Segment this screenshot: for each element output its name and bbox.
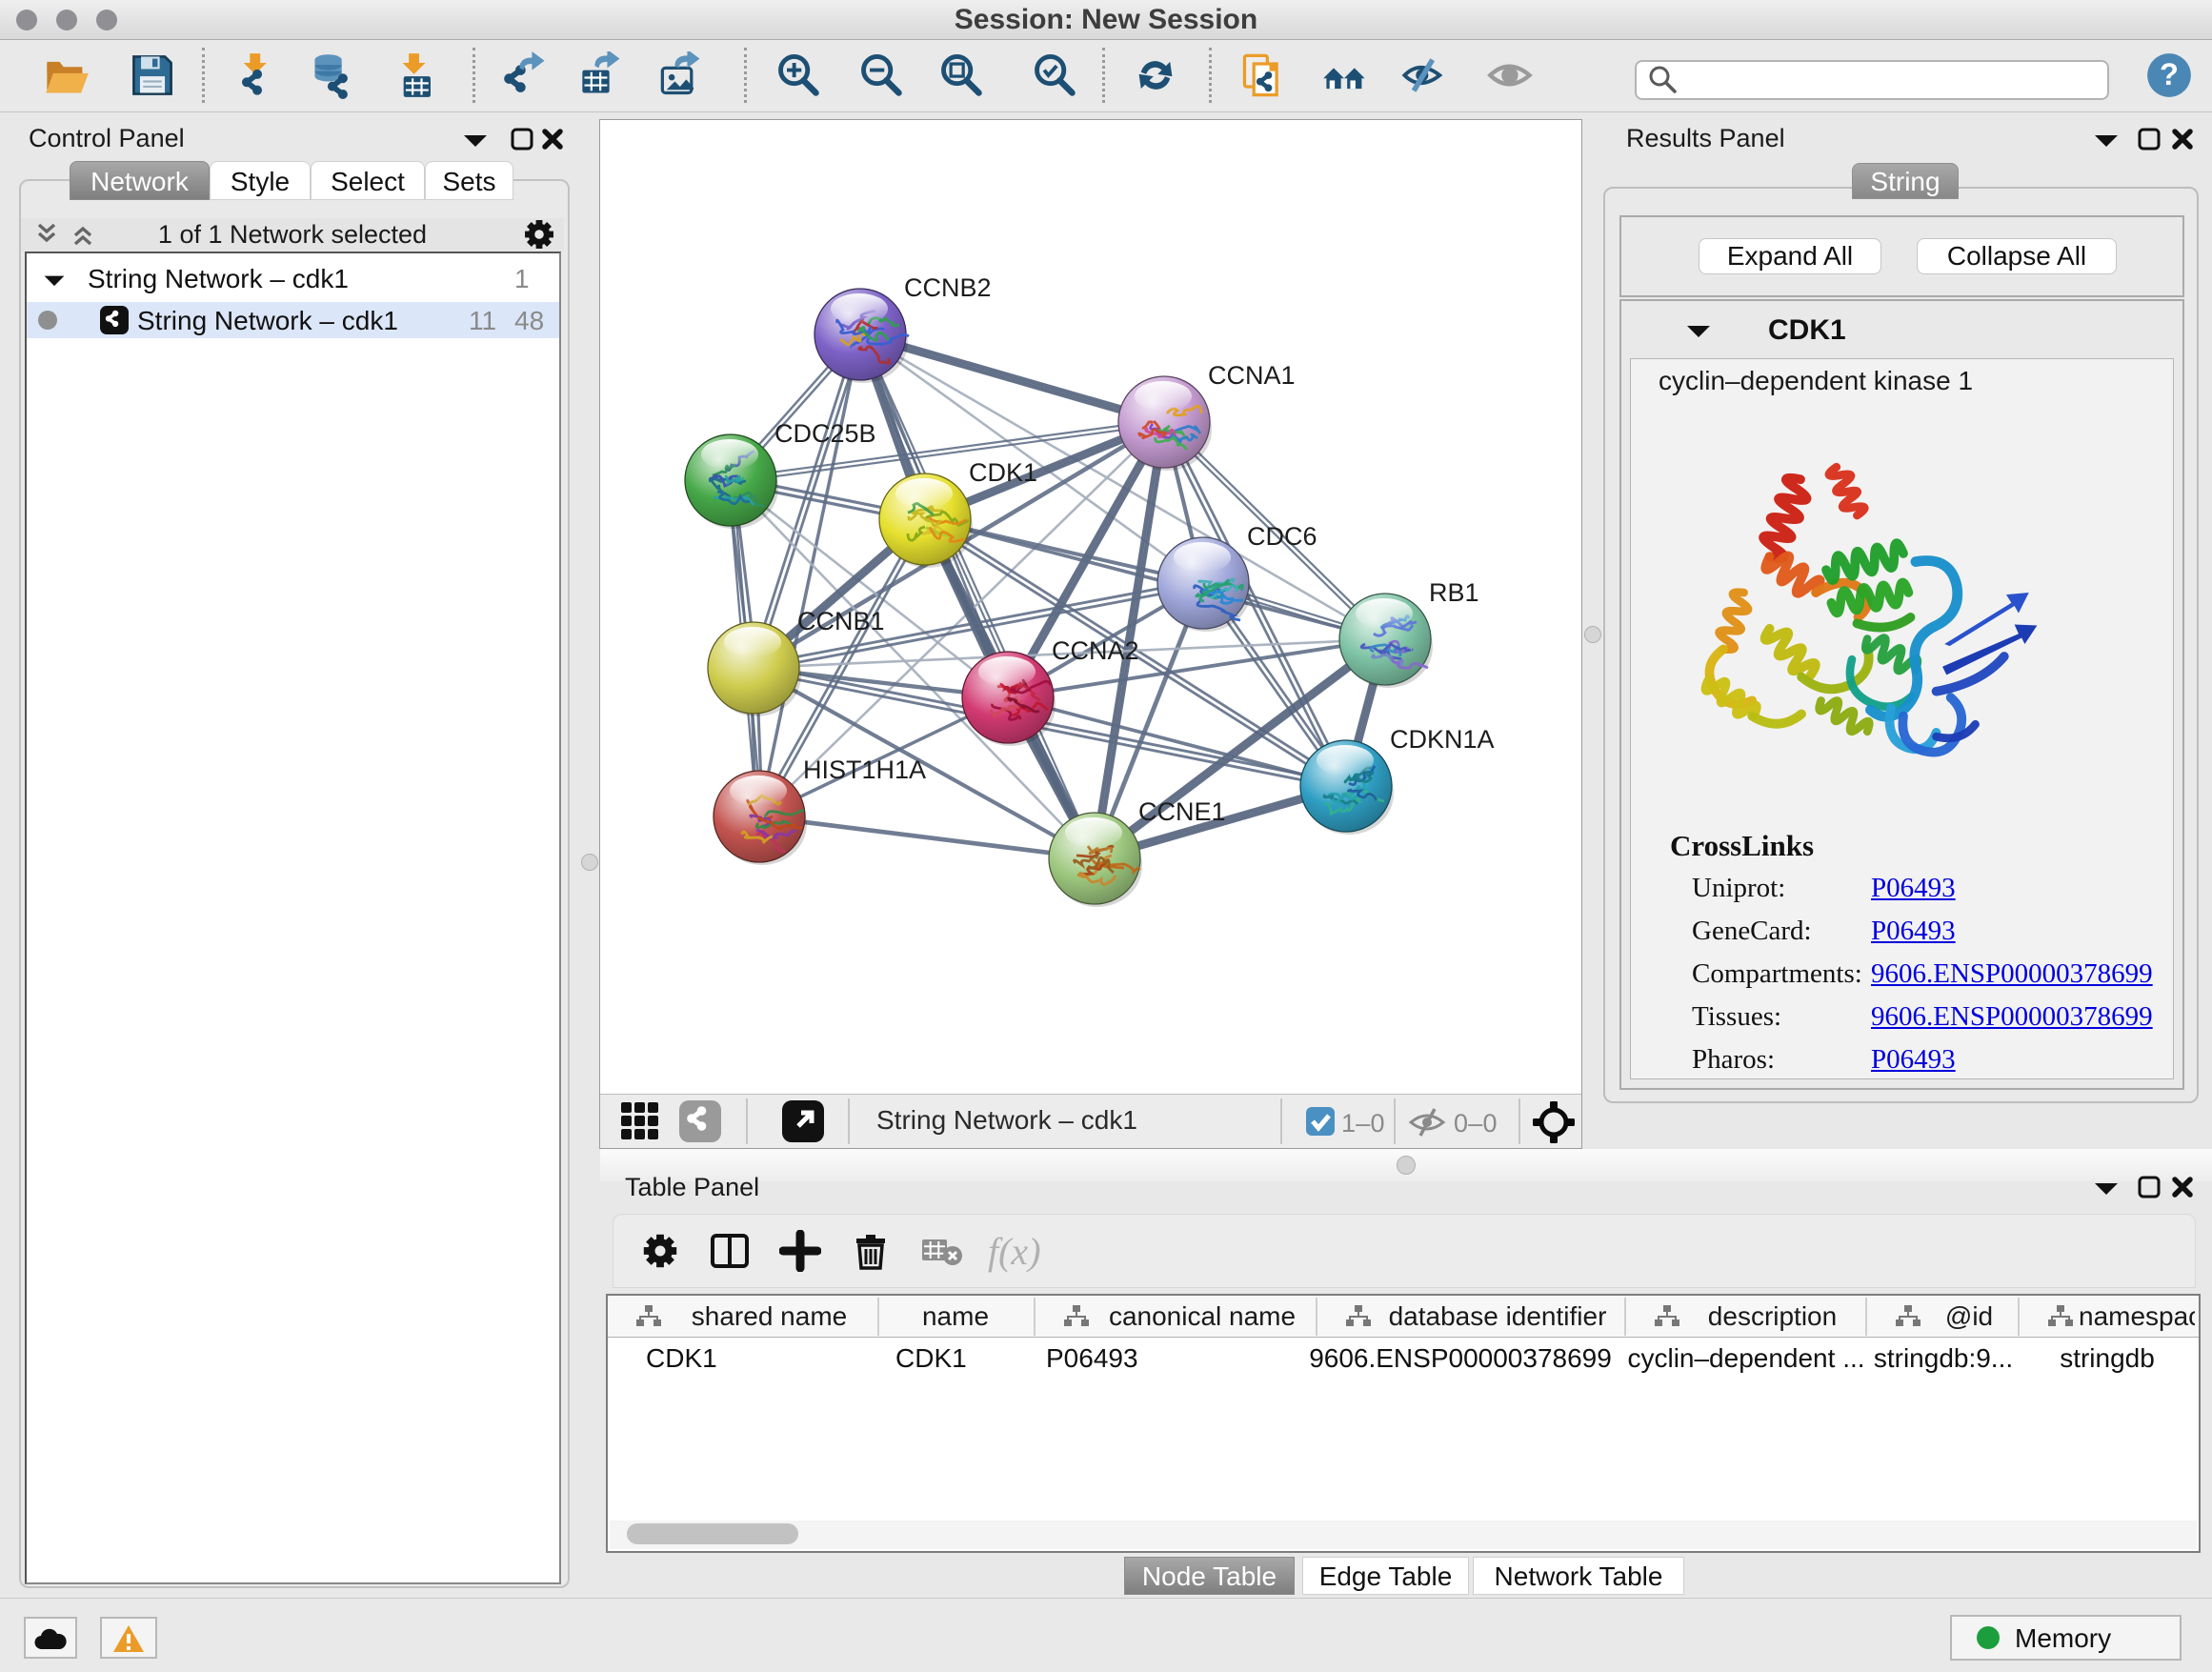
svg-text:CDC25B: CDC25B (774, 419, 876, 448)
svg-text:CDKN1A: CDKN1A (1390, 725, 1495, 754)
svg-text:HIST1H1A: HIST1H1A (803, 755, 926, 784)
svg-text:CCNA1: CCNA1 (1208, 361, 1296, 390)
svg-text:CCNB2: CCNB2 (904, 273, 992, 302)
svg-text:CCNB1: CCNB1 (797, 607, 885, 635)
svg-text:CDK1: CDK1 (969, 458, 1037, 487)
svg-text:CCNA2: CCNA2 (1052, 636, 1139, 665)
svg-text:CDC6: CDC6 (1247, 522, 1317, 551)
svg-text:CCNE1: CCNE1 (1138, 797, 1226, 826)
svg-text:?: ? (2160, 56, 2179, 91)
svg-text:RB1: RB1 (1429, 578, 1479, 607)
